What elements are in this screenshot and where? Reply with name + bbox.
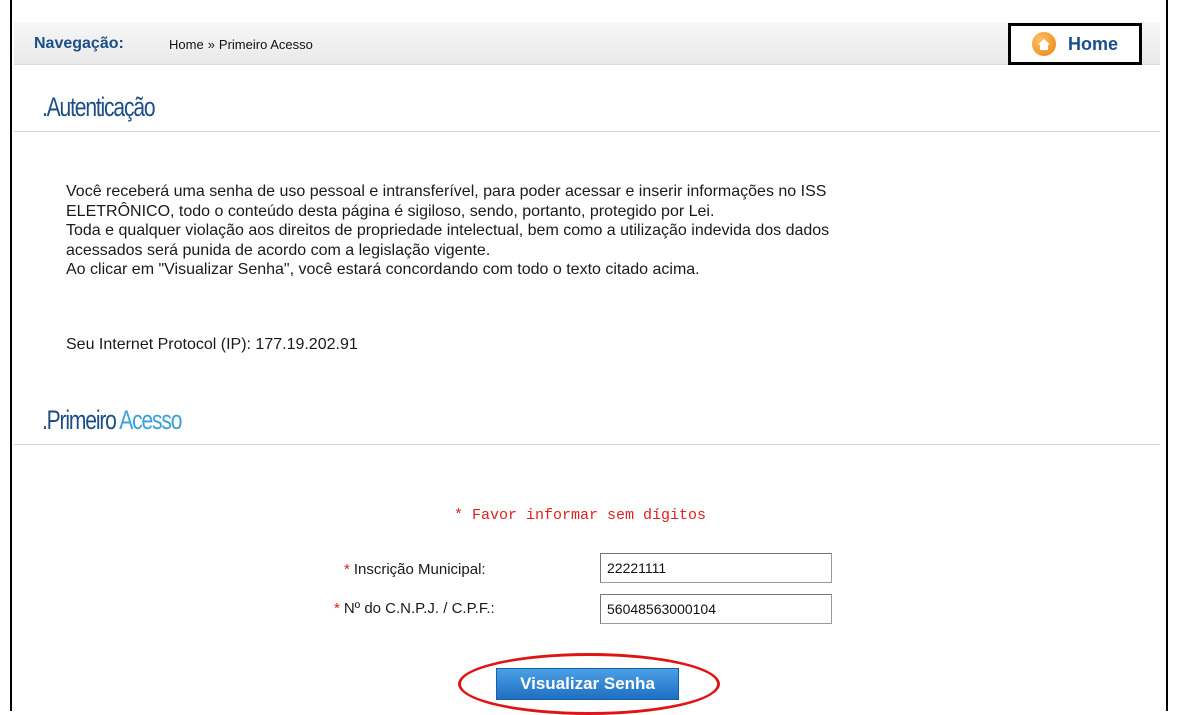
ip-address-text: Seu Internet Protocol (IP): 177.19.202.9…	[66, 336, 358, 353]
inscricao-label: * Inscrição Municipal:	[344, 561, 486, 578]
auth-disclaimer: Você receberá uma senha de uso pessoal e…	[66, 182, 1146, 280]
section-divider	[14, 131, 1160, 132]
home-button-label: Home	[1067, 33, 1118, 54]
inscricao-municipal-input[interactable]	[600, 553, 832, 583]
breadcrumb-separator: »	[207, 37, 215, 52]
inscricao-label-text: Inscrição Municipal:	[353, 561, 486, 578]
visualizar-senha-button[interactable]: Visualizar Senha	[496, 668, 679, 700]
breadcrumb: Home» Primeiro Acesso	[169, 37, 313, 52]
section-title-accent: Acesso	[119, 405, 182, 435]
breadcrumb-current: Primeiro Acesso	[218, 37, 313, 52]
breadcrumb-home-link[interactable]: Home	[169, 37, 204, 52]
home-button[interactable]: Home	[1008, 23, 1142, 65]
section-divider	[14, 444, 1160, 445]
disclaimer-line: acessados será punida de acordo com a le…	[66, 241, 491, 259]
page-frame-left	[10, 0, 12, 711]
section-title-part: .Primeiro	[42, 405, 117, 435]
required-notice: * Favor informar sem dígitos	[453, 507, 707, 524]
section-title-autenticacao: .Autenticação	[42, 92, 156, 122]
cnpj-label: * Nº do C.N.P.J. / C.P.F.:	[334, 600, 495, 617]
required-marker: *	[334, 600, 340, 617]
home-icon	[1031, 32, 1056, 56]
section-title-primeiro-acesso: .Primeiro Acesso	[42, 405, 182, 436]
disclaimer-line: ELETRÔNICO, todo o conteúdo desta página…	[66, 202, 715, 220]
disclaimer-line: Ao clicar em "Visualizar Senha", você es…	[66, 261, 700, 278]
page-frame-right	[1166, 0, 1168, 711]
cnpj-cpf-input[interactable]	[600, 594, 832, 624]
disclaimer-line: Você receberá uma senha de uso pessoal e…	[66, 183, 827, 200]
disclaimer-line: Toda e qualquer violação aos direitos de…	[66, 222, 830, 239]
required-marker: *	[344, 561, 350, 578]
cnpj-label-text: Nº do C.N.P.J. / C.P.F.:	[343, 600, 495, 617]
navigation-label: Navegação:	[34, 35, 124, 52]
navigation-bar: Navegação: Home» Primeiro Acesso	[14, 22, 1160, 65]
